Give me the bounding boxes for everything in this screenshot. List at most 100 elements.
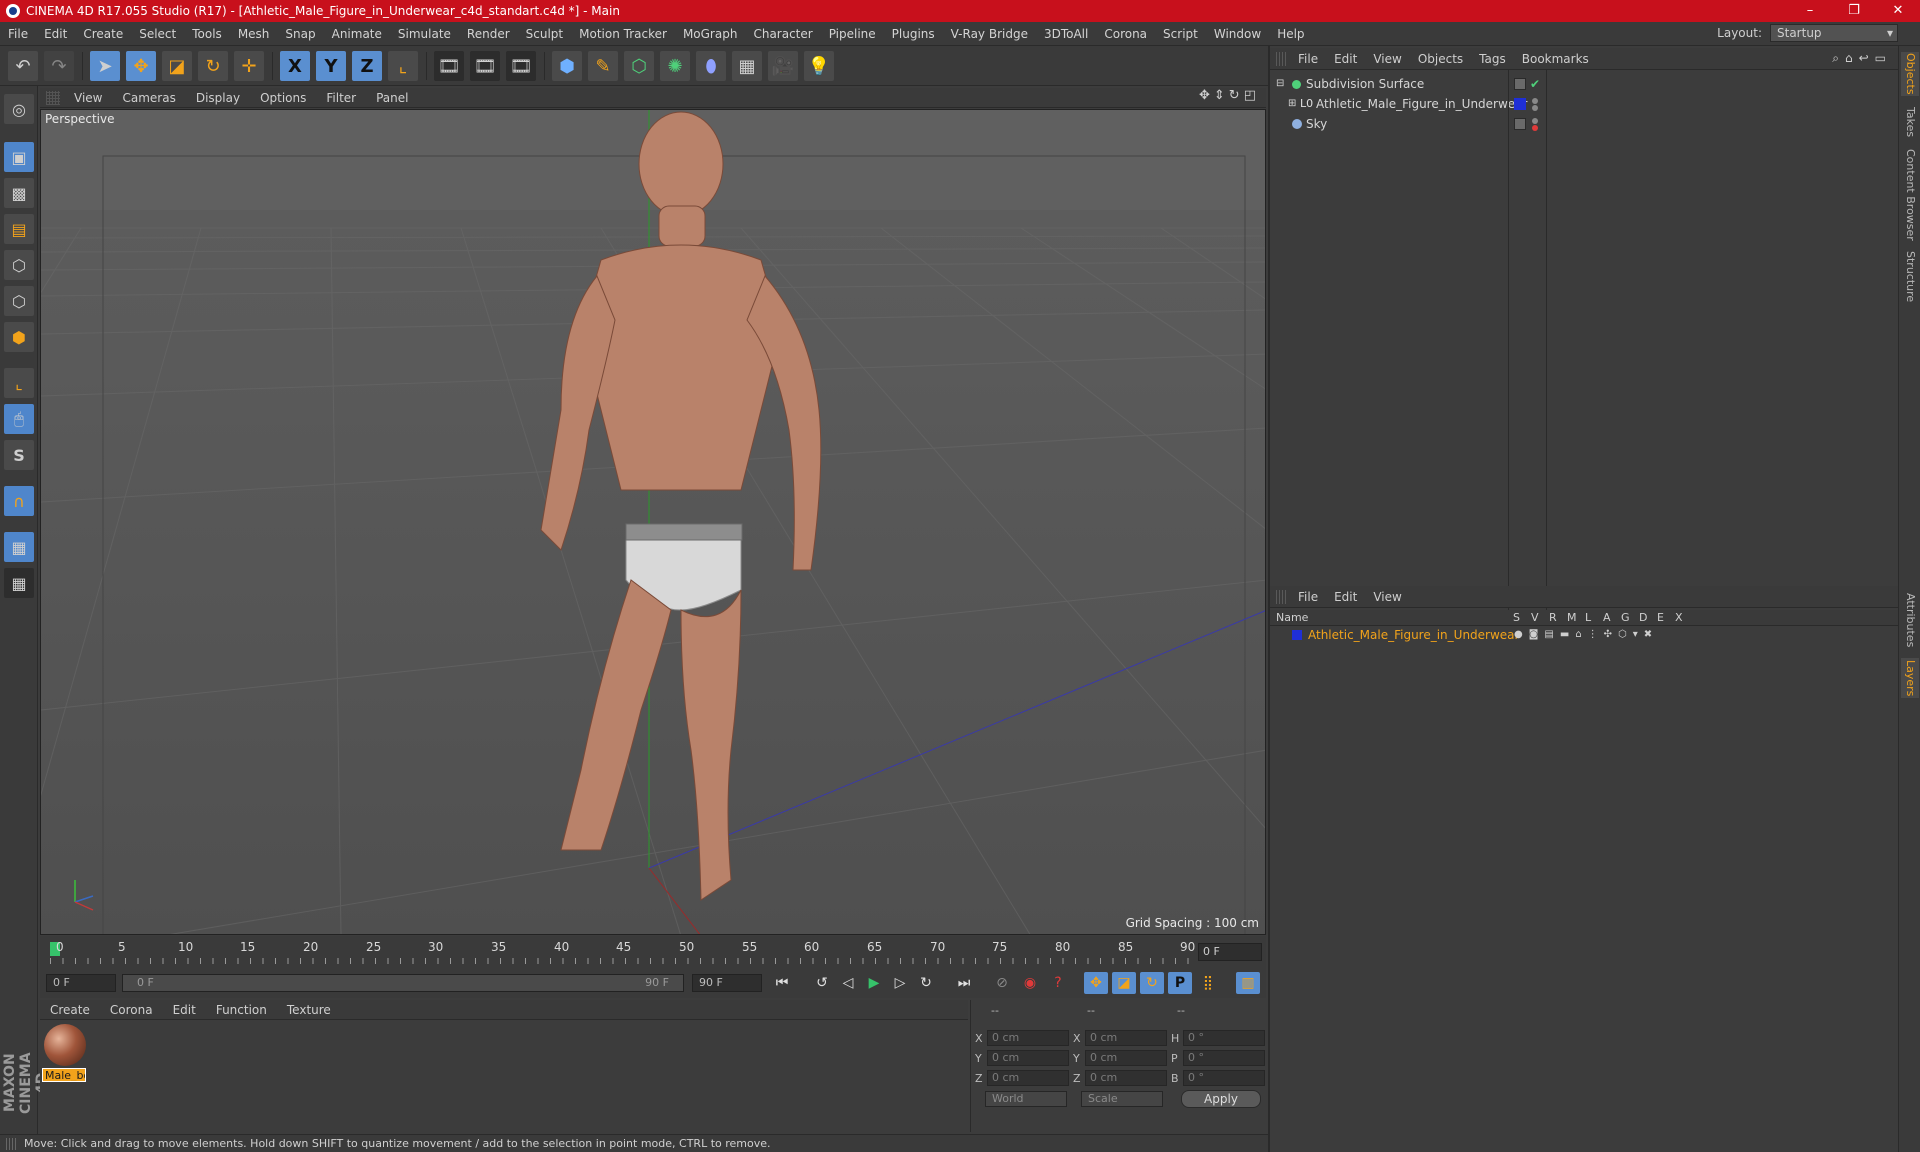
edit-render-settings-icon[interactable]: 🎞: [506, 51, 536, 81]
render-visibility-dot-icon[interactable]: [1532, 105, 1538, 111]
panel-grip-icon[interactable]: [1276, 589, 1288, 604]
menu-sculpt[interactable]: Sculpt: [518, 22, 571, 46]
viewport-menu-options[interactable]: Options: [250, 91, 316, 105]
layer-col-m[interactable]: M: [1567, 611, 1577, 624]
minimize-button[interactable]: –: [1788, 0, 1832, 22]
cube-primitive-icon[interactable]: ⬢: [552, 51, 582, 81]
layer-color-swatch[interactable]: [1292, 630, 1302, 640]
rot-p-field[interactable]: 0 °: [1183, 1050, 1265, 1066]
make-editable-icon[interactable]: ◎: [4, 94, 34, 124]
object-menu-view[interactable]: View: [1365, 52, 1409, 66]
locked-workplane-icon[interactable]: ▦: [4, 532, 34, 562]
dolly-icon[interactable]: ⇕: [1214, 88, 1225, 103]
go-to-end-icon[interactable]: ⏭: [952, 972, 976, 994]
timeline[interactable]: 0 5 10 15 20 25 30 35 40 45 50 55 60 65 …: [40, 936, 1266, 968]
menu-character[interactable]: Character: [745, 22, 820, 46]
object-row[interactable]: ⊟ Subdivision Surface ✔: [1270, 74, 1900, 94]
material-menu-create[interactable]: Create: [40, 1003, 100, 1017]
preview-range-slider[interactable]: 0 F 90 F: [122, 974, 684, 992]
x-axis-lock-button[interactable]: X: [280, 51, 310, 81]
viewport-menu-display[interactable]: Display: [186, 91, 250, 105]
recent-tools-icon[interactable]: ✛: [234, 51, 264, 81]
coordinate-mode-dropdown[interactable]: World: [985, 1091, 1067, 1107]
layer-col-v[interactable]: V: [1531, 611, 1539, 624]
viewport-menu-view[interactable]: View: [64, 91, 112, 105]
start-frame-field[interactable]: 0 F: [46, 974, 116, 992]
tab-takes[interactable]: Takes: [1901, 104, 1919, 140]
menu-window[interactable]: Window: [1206, 22, 1269, 46]
layer-menu-edit[interactable]: Edit: [1326, 590, 1365, 604]
rot-h-field[interactable]: 0 °: [1183, 1030, 1265, 1046]
material-menu-texture[interactable]: Texture: [277, 1003, 341, 1017]
previous-frame-icon[interactable]: ◁: [836, 972, 860, 994]
close-button[interactable]: ✕: [1876, 0, 1920, 22]
y-axis-lock-button[interactable]: Y: [316, 51, 346, 81]
layout-dropdown[interactable]: Startup: [1770, 24, 1898, 42]
edges-mode-icon[interactable]: ⬡: [4, 286, 34, 316]
floor-icon[interactable]: ▦: [732, 51, 762, 81]
tab-content-browser[interactable]: Content Browser: [1901, 148, 1919, 242]
layer-col-s[interactable]: S: [1513, 611, 1520, 624]
enabled-check-icon[interactable]: ✔: [1530, 74, 1540, 94]
points-mode-icon[interactable]: ⬡: [4, 250, 34, 280]
viewport-menu-filter[interactable]: Filter: [316, 91, 366, 105]
autokeying-icon[interactable]: ?: [1046, 972, 1070, 994]
collapse-icon[interactable]: ⊟: [1276, 74, 1284, 94]
pan-icon[interactable]: ✥: [1199, 88, 1210, 103]
menu-file[interactable]: File: [0, 22, 36, 46]
model-mode-icon[interactable]: ▣: [4, 142, 34, 172]
key-scale-icon[interactable]: ◪: [1112, 972, 1136, 994]
next-key-icon[interactable]: ↻: [914, 972, 938, 994]
texture-mode-icon[interactable]: ▩: [4, 178, 34, 208]
redo-icon[interactable]: ↷: [44, 51, 74, 81]
layer-col-e[interactable]: E: [1657, 611, 1664, 624]
layer-color-swatch[interactable]: [1514, 98, 1526, 110]
menu-plugins[interactable]: Plugins: [884, 22, 943, 46]
toggle-view-icon[interactable]: ◰: [1244, 88, 1256, 103]
object-name[interactable]: Subdivision Surface: [1306, 74, 1424, 94]
key-position-icon[interactable]: ✥: [1084, 972, 1108, 994]
coordinate-system-icon[interactable]: ⌞: [388, 51, 418, 81]
play-icon[interactable]: ▶: [862, 972, 886, 994]
menu-select[interactable]: Select: [131, 22, 184, 46]
layer-menu-file[interactable]: File: [1290, 590, 1326, 604]
apply-button[interactable]: Apply: [1181, 1090, 1261, 1108]
rotate-tool-icon[interactable]: ↻: [198, 51, 228, 81]
orbit-icon[interactable]: ↻: [1229, 88, 1240, 103]
layer-col-l[interactable]: L: [1585, 611, 1591, 624]
menu-mesh[interactable]: Mesh: [230, 22, 278, 46]
transform-mode-dropdown[interactable]: Scale: [1081, 1091, 1163, 1107]
layer-row[interactable]: Athletic_Male_Figure_in_Underwear ●◙▤▬⌂⋮…: [1270, 626, 1900, 644]
workplane-icon[interactable]: ▤: [4, 214, 34, 244]
menu-help[interactable]: Help: [1269, 22, 1312, 46]
object-row[interactable]: ⊞ L0 Athletic_Male_Figure_in_Underwear: [1270, 94, 1900, 114]
light-icon[interactable]: 💡: [804, 51, 834, 81]
material-preview-icon[interactable]: [44, 1024, 86, 1066]
tab-attributes[interactable]: Attributes: [1901, 590, 1919, 650]
array-icon[interactable]: ✺: [660, 51, 690, 81]
menu-3dtoall[interactable]: 3DToAll: [1036, 22, 1096, 46]
layer-col-r[interactable]: R: [1549, 611, 1557, 624]
menu-mograph[interactable]: MoGraph: [675, 22, 746, 46]
object-menu-objects[interactable]: Objects: [1410, 52, 1471, 66]
magnet-icon[interactable]: ∩: [4, 486, 34, 516]
deformer-icon[interactable]: ⬮: [696, 51, 726, 81]
menu-render[interactable]: Render: [459, 22, 518, 46]
pos-x-field[interactable]: 0 cm: [987, 1030, 1069, 1046]
material-menu-edit[interactable]: Edit: [163, 1003, 206, 1017]
key-pla-icon[interactable]: ⣿: [1196, 972, 1220, 994]
z-axis-lock-button[interactable]: Z: [352, 51, 382, 81]
render-view-icon[interactable]: 🎞: [434, 51, 464, 81]
planar-workplane-icon[interactable]: ▦: [4, 568, 34, 598]
render-picture-viewer-icon[interactable]: 🎞: [470, 51, 500, 81]
current-frame-field[interactable]: 0 F: [1198, 943, 1262, 961]
layer-col-d[interactable]: D: [1639, 611, 1647, 624]
material-menu-function[interactable]: Function: [206, 1003, 277, 1017]
editor-visibility-dot-icon[interactable]: [1532, 118, 1538, 124]
camera-icon[interactable]: 🎥: [768, 51, 798, 81]
key-parameter-icon[interactable]: P: [1168, 972, 1192, 994]
layer-col-x[interactable]: X: [1675, 611, 1683, 624]
timeline-ruler[interactable]: 0 5 10 15 20 25 30 35 40 45 50 55 60 65 …: [50, 938, 1210, 966]
layer-col-name[interactable]: Name: [1276, 611, 1308, 624]
pos-y-field[interactable]: 0 cm: [987, 1050, 1069, 1066]
